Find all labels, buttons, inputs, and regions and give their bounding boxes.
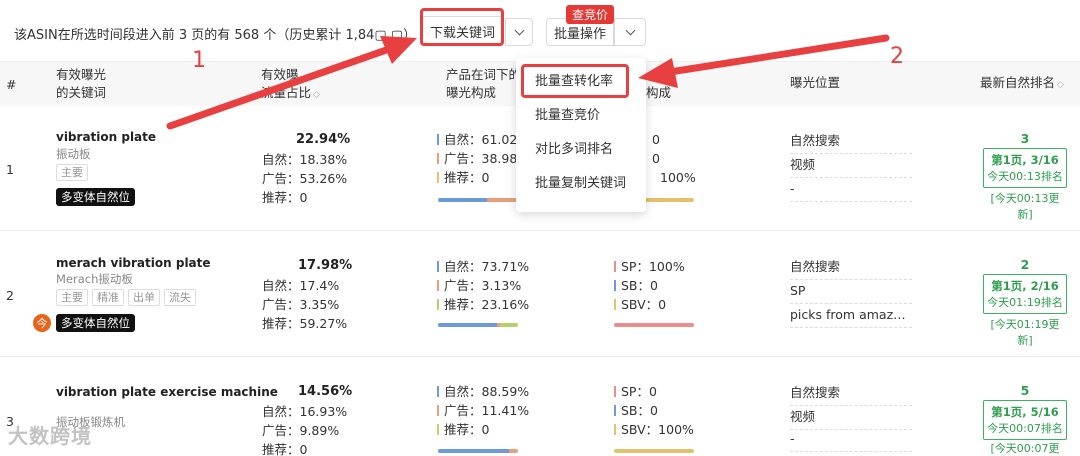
watermark: 大数跨境 xyxy=(8,424,92,448)
arrow-2-head xyxy=(638,58,678,88)
annotation-arrows xyxy=(166,34,890,130)
arrow-2-line xyxy=(666,34,890,76)
annotation-number-2: 2 xyxy=(890,44,904,69)
annotation-number-1: 1 xyxy=(192,48,206,73)
